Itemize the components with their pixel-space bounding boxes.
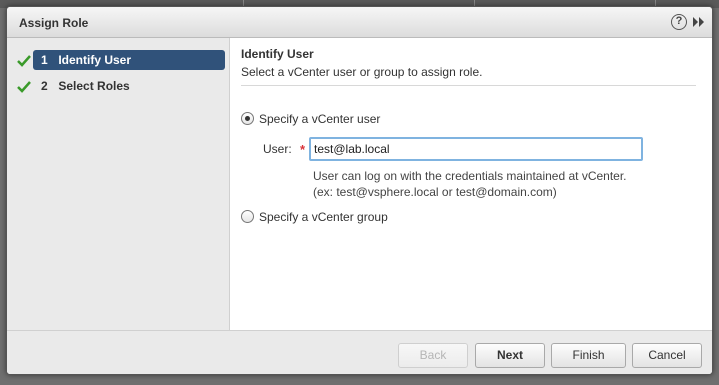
wizard-steps-sidebar: 1 Identify User 2 Select Roles bbox=[7, 38, 230, 330]
dialog-footer: Back Next Finish Cancel bbox=[7, 330, 712, 374]
step-identify-user[interactable]: 1 Identify User bbox=[33, 50, 225, 70]
dialog-titlebar: Assign Role ? bbox=[7, 7, 712, 38]
checkmark-icon bbox=[17, 55, 31, 67]
back-button[interactable]: Back bbox=[398, 343, 468, 368]
help-icon[interactable]: ? bbox=[671, 14, 687, 30]
cancel-button[interactable]: Cancel bbox=[632, 343, 702, 368]
double-chevron-right-icon[interactable] bbox=[692, 15, 706, 29]
step-label: Select Roles bbox=[58, 79, 130, 93]
step-number: 2 bbox=[41, 79, 48, 93]
wizard-content: Identify User Select a vCenter user or g… bbox=[231, 38, 712, 330]
assign-role-dialog: Assign Role ? 1 Identify User 2 Select R… bbox=[6, 6, 713, 375]
radio-button-checked[interactable] bbox=[241, 112, 254, 125]
user-field-label: User: bbox=[263, 142, 292, 156]
hint-line: User can log on with the credentials mai… bbox=[313, 169, 627, 183]
finish-button[interactable]: Finish bbox=[551, 343, 626, 368]
step-label: Identify User bbox=[58, 53, 132, 67]
user-input[interactable] bbox=[309, 137, 643, 161]
radio-button-unchecked[interactable] bbox=[241, 210, 254, 223]
user-hint: User can log on with the credentials mai… bbox=[313, 168, 627, 200]
page-subheading: Select a vCenter user or group to assign… bbox=[241, 65, 483, 79]
next-button[interactable]: Next bbox=[475, 343, 545, 368]
step-number: 1 bbox=[41, 53, 48, 67]
dialog-title: Assign Role bbox=[19, 16, 89, 30]
required-asterisk: * bbox=[300, 142, 306, 157]
hint-line: (ex: test@vsphere.local or test@domain.c… bbox=[313, 185, 557, 199]
radio-label-group: Specify a vCenter group bbox=[259, 210, 388, 224]
radio-specify-user[interactable]: Specify a vCenter user bbox=[241, 111, 380, 127]
page-heading: Identify User bbox=[241, 47, 314, 61]
radio-specify-group[interactable]: Specify a vCenter group bbox=[241, 209, 388, 225]
divider bbox=[241, 85, 696, 86]
checkmark-icon bbox=[17, 81, 31, 93]
radio-label-user: Specify a vCenter user bbox=[259, 112, 381, 126]
step-select-roles[interactable]: 2 Select Roles bbox=[33, 76, 225, 96]
